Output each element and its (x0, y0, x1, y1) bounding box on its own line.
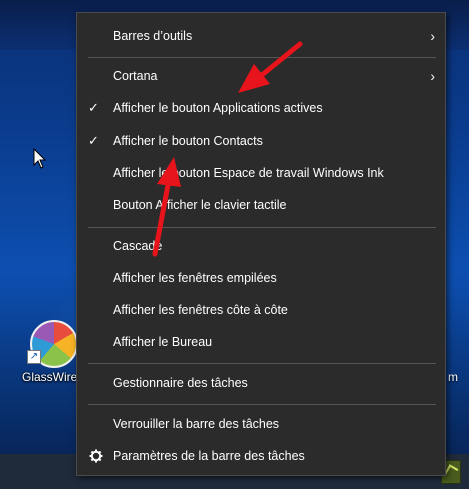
checkmark-icon: ✓ (88, 100, 99, 115)
menu-separator (88, 227, 436, 228)
menu-item-label: Paramètres de la barre des tâches (113, 449, 305, 463)
chevron-right-icon: › (430, 28, 435, 44)
menu-item-label: Afficher le bouton Contacts (113, 134, 263, 148)
menu-item-label: Afficher les fenêtres empilées (113, 271, 277, 285)
menu-separator (88, 404, 436, 405)
menu-separator (88, 363, 436, 364)
menu-item-label: Afficher le bouton Espace de travail Win… (113, 166, 384, 180)
menu-item-lock-taskbar[interactable]: Verrouiller la barre des tâches (77, 409, 445, 439)
menu-item-toolbars[interactable]: Barres d’outils › (77, 21, 445, 51)
menu-item-label: Gestionnaire des tâches (113, 376, 248, 390)
mouse-pointer-icon (33, 148, 47, 169)
desktop-icon-label: GlassWire (22, 370, 78, 384)
menu-item-cascade[interactable]: Cascade (77, 231, 445, 261)
menu-item-label: Afficher les fenêtres côte à côte (113, 303, 288, 317)
menu-item-label: Afficher le Bureau (113, 335, 213, 349)
menu-item-show-windows-ink-button[interactable]: Afficher le bouton Espace de travail Win… (77, 158, 445, 188)
menu-separator (88, 57, 436, 58)
menu-item-label: Cascade (113, 239, 163, 253)
gear-icon (89, 449, 103, 463)
menu-item-show-task-view-button[interactable]: ✓ Afficher le bouton Applications active… (77, 93, 445, 123)
menu-item-task-manager[interactable]: Gestionnaire des tâches (77, 368, 445, 398)
menu-item-label: Cortana (113, 69, 158, 83)
menu-item-touch-keyboard-button[interactable]: Bouton Afficher le clavier tactile (77, 190, 445, 220)
menu-item-side-by-side-windows[interactable]: Afficher les fenêtres côte à côte (77, 295, 445, 325)
desktop-icon-label-partial: m (448, 370, 458, 384)
menu-item-stacked-windows[interactable]: Afficher les fenêtres empilées (77, 263, 445, 293)
menu-item-show-desktop[interactable]: Afficher le Bureau (77, 327, 445, 357)
menu-item-label: Afficher le bouton Applications actives (113, 101, 323, 115)
menu-item-label: Verrouiller la barre des tâches (113, 417, 280, 431)
menu-item-label: Bouton Afficher le clavier tactile (113, 198, 287, 212)
menu-item-label: Barres d’outils (113, 29, 193, 43)
menu-item-taskbar-settings[interactable]: Paramètres de la barre des tâches (77, 441, 445, 471)
desktop-icon-glasswire[interactable]: ↗ GlassWire (18, 320, 82, 390)
menu-item-show-people-button[interactable]: ✓ Afficher le bouton Contacts (77, 126, 445, 156)
menu-item-cortana[interactable]: Cortana › (77, 61, 445, 91)
taskbar-context-menu: Barres d’outils › Cortana › ✓ Afficher l… (76, 12, 446, 476)
chevron-right-icon: › (430, 68, 435, 84)
shortcut-arrow-icon: ↗ (27, 350, 41, 364)
checkmark-icon: ✓ (88, 133, 99, 148)
